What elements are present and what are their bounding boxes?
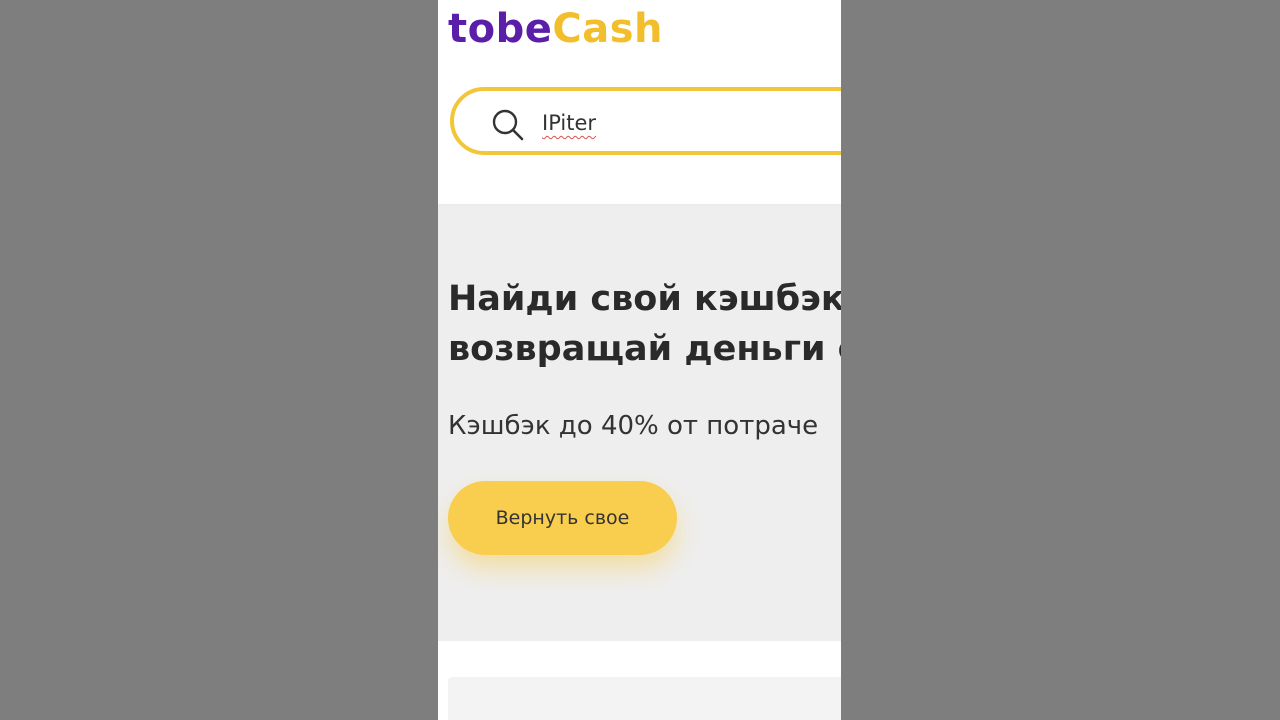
site-header: tobeCash	[438, 0, 841, 206]
return-cashback-button[interactable]: Вернуть свое	[448, 481, 677, 555]
hero-subtitle: Кэшбэк до 40% от потраче	[448, 411, 819, 441]
search-bar[interactable]	[450, 87, 841, 155]
tobecash-logo[interactable]: tobeCash	[448, 4, 663, 54]
hero-title-line2: возвращай деньги с	[448, 329, 841, 369]
search-input[interactable]	[542, 105, 841, 141]
hero-title: Найди свой кэшбэк возвращай деньги с	[448, 274, 841, 374]
hero-section: Найди свой кэшбэк возвращай деньги с Кэш…	[438, 206, 841, 641]
logo-text-cash: Cash	[552, 6, 664, 52]
hero-title-line1: Найди свой кэшбэк	[448, 279, 841, 319]
logo-text-to: to	[448, 6, 496, 52]
section-divider	[438, 641, 841, 677]
logo-text-be: be	[495, 6, 553, 52]
search-icon[interactable]	[490, 107, 526, 143]
mobile-screen: tobeCash Найди свой кэшбэк возвращай ден…	[438, 0, 841, 720]
next-section-card	[448, 677, 841, 720]
